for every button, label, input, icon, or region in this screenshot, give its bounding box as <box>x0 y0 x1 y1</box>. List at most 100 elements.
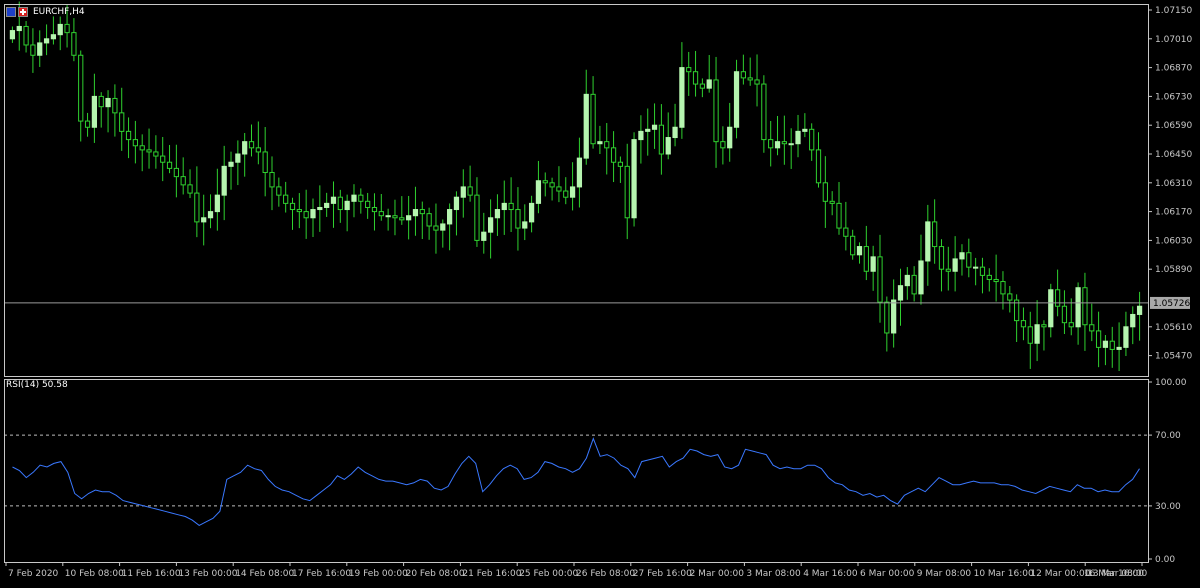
candle[interactable] <box>23 25 29 46</box>
chart-window[interactable]: 1.07150 1.07010 1.06870 1.06730 1.06590 1.064… <box>0 0 1200 584</box>
candle[interactable] <box>1041 324 1047 328</box>
candle[interactable] <box>201 217 207 223</box>
candle[interactable] <box>1075 287 1081 328</box>
candle[interactable] <box>214 194 220 213</box>
candle[interactable] <box>610 147 617 163</box>
candle[interactable] <box>556 186 562 192</box>
candle[interactable] <box>235 153 241 163</box>
candle[interactable] <box>419 209 425 215</box>
candle[interactable] <box>1034 324 1040 344</box>
candle[interactable] <box>399 217 405 221</box>
candle[interactable] <box>303 211 309 219</box>
candle[interactable] <box>1068 322 1074 328</box>
candle[interactable] <box>269 172 275 188</box>
candle[interactable] <box>125 130 132 141</box>
candle[interactable] <box>283 194 289 204</box>
candle[interactable] <box>112 97 118 114</box>
candle[interactable] <box>979 266 986 276</box>
candle[interactable] <box>289 202 296 211</box>
candle[interactable] <box>850 235 856 256</box>
candle[interactable] <box>1027 326 1033 344</box>
candle[interactable] <box>631 139 637 219</box>
candle[interactable] <box>904 274 910 287</box>
rsi-pane[interactable] <box>4 434 1148 526</box>
candle[interactable] <box>43 38 50 44</box>
candle[interactable] <box>1007 293 1013 301</box>
candle[interactable] <box>344 200 350 211</box>
candle[interactable] <box>317 206 323 211</box>
candle[interactable] <box>720 141 726 149</box>
candle[interactable] <box>617 161 624 167</box>
candle[interactable] <box>856 246 863 256</box>
candle[interactable] <box>242 141 248 155</box>
candle[interactable] <box>228 161 234 167</box>
candle[interactable] <box>153 151 159 157</box>
candle[interactable] <box>16 25 22 32</box>
candle[interactable] <box>706 79 712 89</box>
candle[interactable] <box>392 215 398 219</box>
candle[interactable] <box>651 124 658 130</box>
candle[interactable] <box>829 200 835 204</box>
candle[interactable] <box>453 196 460 211</box>
candle[interactable] <box>255 147 261 153</box>
candle[interactable] <box>897 285 904 301</box>
candle[interactable] <box>788 143 794 146</box>
candle[interactable] <box>966 252 972 268</box>
candle[interactable] <box>781 141 787 145</box>
candle[interactable] <box>50 34 57 40</box>
candle[interactable] <box>535 180 542 204</box>
candle[interactable] <box>679 67 685 128</box>
candle[interactable] <box>330 196 337 204</box>
candle[interactable] <box>822 182 828 202</box>
candle[interactable] <box>37 42 43 56</box>
candle[interactable] <box>952 258 958 272</box>
candle[interactable] <box>747 77 753 81</box>
candle[interactable] <box>1116 346 1122 350</box>
candle[interactable] <box>658 124 665 155</box>
candle[interactable] <box>501 202 507 211</box>
candle[interactable] <box>583 93 589 159</box>
candle[interactable] <box>1136 305 1143 315</box>
candle[interactable] <box>1048 289 1054 328</box>
rsi-line[interactable] <box>12 437 1140 526</box>
candle[interactable] <box>843 227 849 237</box>
candle[interactable] <box>624 165 630 219</box>
candle[interactable] <box>358 194 364 202</box>
candle[interactable] <box>884 301 890 334</box>
candle[interactable] <box>30 44 36 56</box>
candle[interactable] <box>1130 313 1136 328</box>
candle[interactable] <box>774 141 781 149</box>
candle[interactable] <box>891 299 897 334</box>
candle[interactable] <box>139 145 145 151</box>
candle[interactable] <box>467 186 473 196</box>
candle[interactable] <box>740 71 746 79</box>
candle[interactable] <box>1109 340 1115 350</box>
candle[interactable] <box>91 95 98 128</box>
candle[interactable] <box>795 130 801 145</box>
candle[interactable] <box>515 209 521 229</box>
candle[interactable] <box>692 71 699 85</box>
candle[interactable] <box>78 54 84 122</box>
candle[interactable] <box>528 202 535 223</box>
candle[interactable] <box>665 137 671 155</box>
candle[interactable] <box>713 79 719 143</box>
candle[interactable] <box>761 83 767 141</box>
candle[interactable] <box>809 128 815 151</box>
candle[interactable] <box>474 194 480 241</box>
candle[interactable] <box>638 130 644 141</box>
candle[interactable] <box>207 211 214 219</box>
candle[interactable] <box>1095 330 1102 348</box>
candle[interactable] <box>248 141 255 149</box>
candle[interactable] <box>194 192 200 223</box>
candle[interactable] <box>686 67 692 73</box>
candle[interactable] <box>98 95 104 108</box>
candle[interactable] <box>406 215 412 221</box>
candle[interactable] <box>119 112 125 132</box>
candle[interactable] <box>863 246 869 272</box>
candle[interactable] <box>576 157 583 188</box>
candle[interactable] <box>645 128 651 132</box>
candle[interactable] <box>276 186 282 196</box>
candle[interactable] <box>549 182 555 188</box>
candle[interactable] <box>447 209 453 225</box>
candle[interactable] <box>1000 281 1006 295</box>
